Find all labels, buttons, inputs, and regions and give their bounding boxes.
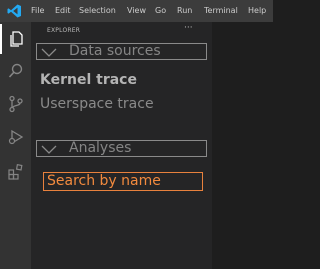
menu-go[interactable]: Go [155,0,166,22]
explorer-sidebar: EXPLORER ··· Data sources Kernel trace U… [31,22,212,269]
run-debug-icon [8,129,24,145]
activity-extensions[interactable] [0,156,31,186]
explorer-icon [10,31,23,47]
section-header-data-sources[interactable]: Data sources [36,43,207,60]
activity-source-control[interactable] [0,89,31,119]
menu-selection[interactable]: Selection [79,0,116,22]
editor-area [212,22,273,269]
vscode-logo-icon [7,4,21,18]
tree-item-kernel-trace[interactable]: Kernel trace [40,71,137,89]
menu-view[interactable]: View [127,0,146,22]
chevron-down-icon [41,48,57,57]
search-input[interactable]: Search by name [43,172,203,191]
activity-bar [0,22,31,269]
section-label: Analyses [69,140,132,156]
section-label: Data sources [69,43,161,59]
title-bar: File Edit Selection View Go Run Terminal… [0,0,273,22]
chevron-down-icon [41,145,57,154]
tree-item-userspace-trace[interactable]: Userspace trace [40,95,154,113]
menu-terminal[interactable]: Terminal [204,0,238,22]
activity-search[interactable] [0,56,31,86]
sidebar-title: EXPLORER [47,27,81,34]
section-header-analyses[interactable]: Analyses [36,140,207,157]
extensions-icon [8,163,23,180]
menu-file[interactable]: File [31,0,44,22]
search-icon [8,63,23,78]
search-placeholder: Search by name [47,173,161,189]
menu-edit[interactable]: Edit [55,0,71,22]
activity-explorer[interactable] [0,24,31,54]
more-actions-icon[interactable]: ··· [184,23,193,33]
source-control-icon [9,95,23,113]
menu-help[interactable]: Help [248,0,266,22]
menu-run[interactable]: Run [177,0,192,22]
activity-run-debug[interactable] [0,122,31,152]
